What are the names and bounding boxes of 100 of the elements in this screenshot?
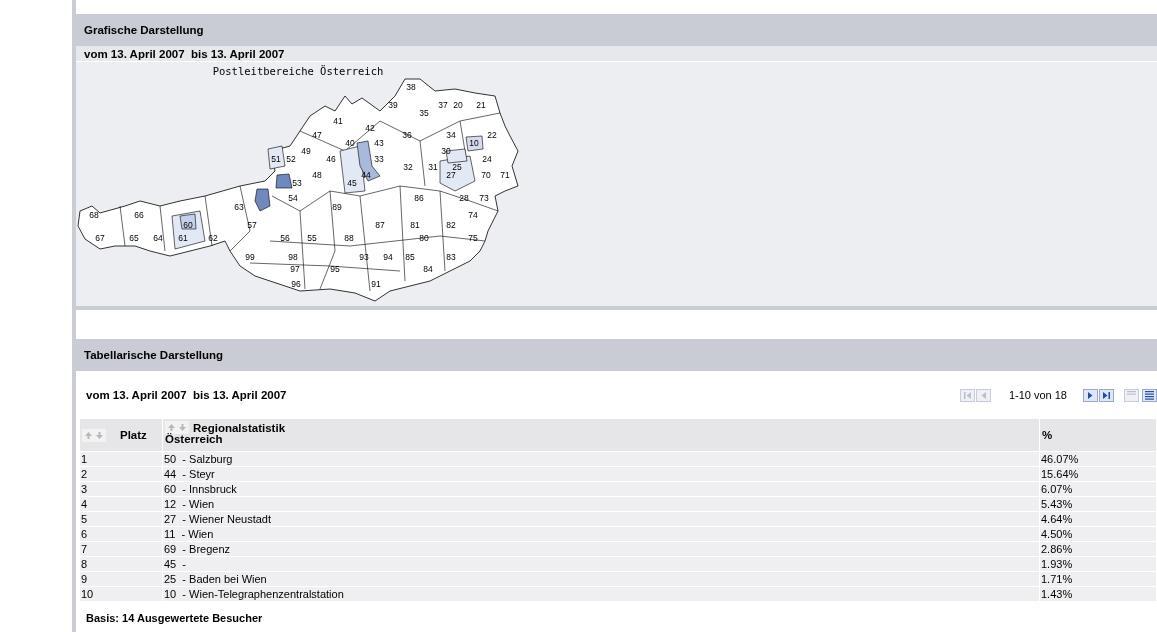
region-label: 86: [414, 193, 424, 203]
percent-cell: 4.64%: [1039, 511, 1157, 527]
region-cell: 10 - Wien-Telegraphenzentralstation: [162, 586, 1040, 601]
next-page-button[interactable]: [1083, 388, 1098, 402]
region-label: 41: [333, 116, 343, 126]
region-label: 34: [446, 130, 456, 140]
region-label: 81: [410, 220, 420, 230]
percent-cell: 6.07%: [1039, 481, 1157, 497]
rank-cell: 5: [80, 511, 163, 527]
region-label: 38: [406, 82, 416, 92]
region-label: 46: [326, 154, 336, 164]
region-label: 67: [95, 233, 105, 243]
percent-cell: 15.64%: [1039, 466, 1157, 482]
region-label: 33: [374, 154, 384, 164]
region-label: 61: [178, 233, 188, 243]
region-label: 47: [312, 130, 322, 140]
region-label: 89: [332, 202, 342, 212]
percent-cell: 4.50%: [1039, 526, 1157, 542]
percent-cell: 5.43%: [1039, 496, 1157, 512]
rank-cell: 4: [80, 496, 163, 512]
region-label: 21: [476, 100, 486, 110]
region-label: 85: [405, 252, 415, 262]
percent-cell: 1.93%: [1039, 556, 1157, 572]
region-label: 42: [365, 123, 375, 133]
region-label: 60: [183, 220, 193, 230]
region-label: 63: [234, 202, 244, 212]
region-label: 39: [388, 100, 398, 110]
sort-down-icon[interactable]: [95, 430, 104, 440]
region-label: 96: [291, 279, 301, 289]
region-label: 80: [419, 233, 429, 243]
region-label: 75: [468, 233, 478, 243]
region-label: 51: [271, 154, 281, 164]
section-header: Grafische Darstellung: [76, 14, 1157, 46]
region-label: 93: [359, 252, 369, 262]
region-label: 28: [459, 193, 469, 203]
rank-cell: 2: [80, 466, 163, 482]
region-label: 84: [423, 264, 433, 274]
percent-cell: 46.07%: [1039, 451, 1157, 467]
region-label: 66: [134, 210, 144, 220]
region-cell: 44 - Steyr: [162, 466, 1040, 482]
page-range: 1-10 von 18: [1008, 389, 1067, 401]
region-label: 53: [292, 178, 302, 188]
region-cell: 27 - Wiener Neustadt: [162, 511, 1040, 527]
date-range: vom 13. April 2007 bis 13. April 2007: [86, 389, 287, 401]
region-label: 56: [280, 233, 290, 243]
region-label: 35: [419, 108, 429, 118]
region-label: 94: [383, 252, 393, 262]
rank-cell: 7: [80, 541, 163, 557]
sort-down-icon[interactable]: [178, 423, 187, 432]
region-cell: 25 - Baden bei Wien: [162, 571, 1040, 587]
region-label: 99: [245, 252, 255, 262]
last-page-button[interactable]: [1099, 388, 1114, 402]
column-header[interactable]: Platz: [120, 429, 147, 441]
percent-cell: 1.43%: [1039, 586, 1157, 601]
region-cell: 45 -: [162, 556, 1040, 572]
column-header[interactable]: Regionalstatistik: [193, 421, 286, 434]
region-label: 83: [446, 252, 456, 262]
skip-back-icon: [961, 389, 973, 401]
basis-note: Basis: 14 Ausgewertete Besucher: [85, 611, 264, 624]
region-label: 43: [374, 138, 384, 148]
sort-up-icon[interactable]: [84, 430, 93, 440]
rank-cell: 8: [80, 556, 163, 572]
region-label: 32: [403, 162, 413, 172]
region-label: 40: [345, 138, 355, 148]
region-cell: 12 - Wien: [162, 496, 1040, 512]
region-label: 24: [482, 154, 492, 164]
region-label: 65: [129, 233, 139, 243]
section-header: Tabellarische Darstellung: [76, 339, 1157, 371]
percent-cell: 1.71%: [1039, 571, 1157, 587]
rank-cell: 3: [80, 481, 163, 497]
region-label: 97: [290, 264, 300, 274]
skip-forward-icon: [1101, 389, 1112, 401]
region-label: 55: [307, 233, 317, 243]
region-label: 48: [312, 170, 322, 180]
rank-cell: 10: [80, 586, 163, 601]
page-size-button[interactable]: [1142, 388, 1157, 402]
region-label: 64: [153, 233, 163, 243]
rank-cell: 9: [80, 571, 163, 587]
rank-cell: 1: [80, 451, 163, 467]
map-title: Postleitbereiche Österreich: [212, 65, 384, 77]
region-label: 87: [375, 220, 385, 230]
region-label: 88: [344, 233, 354, 243]
rank-cell: 6: [80, 526, 163, 542]
region-label: 30: [441, 146, 451, 156]
region-label: 98: [288, 252, 298, 262]
region-cell: 50 - Salzburg: [162, 451, 1040, 467]
region-label: 22: [487, 130, 497, 140]
region-label: 10: [469, 138, 479, 148]
region-label: 68: [89, 210, 99, 220]
region-label: 70: [481, 170, 491, 180]
region-cell: 60 - Innsbruck: [162, 481, 1040, 497]
list-icon: [1144, 389, 1155, 401]
region-label: 62: [208, 233, 218, 243]
region-cell: 11 - Wien: [162, 526, 1040, 542]
region-label: 49: [301, 146, 311, 156]
region-label: 57: [247, 220, 257, 230]
region-label: 27: [446, 170, 456, 180]
region-label: 82: [446, 220, 456, 230]
sort-up-icon[interactable]: [167, 423, 176, 432]
region-label: 20: [453, 100, 463, 110]
